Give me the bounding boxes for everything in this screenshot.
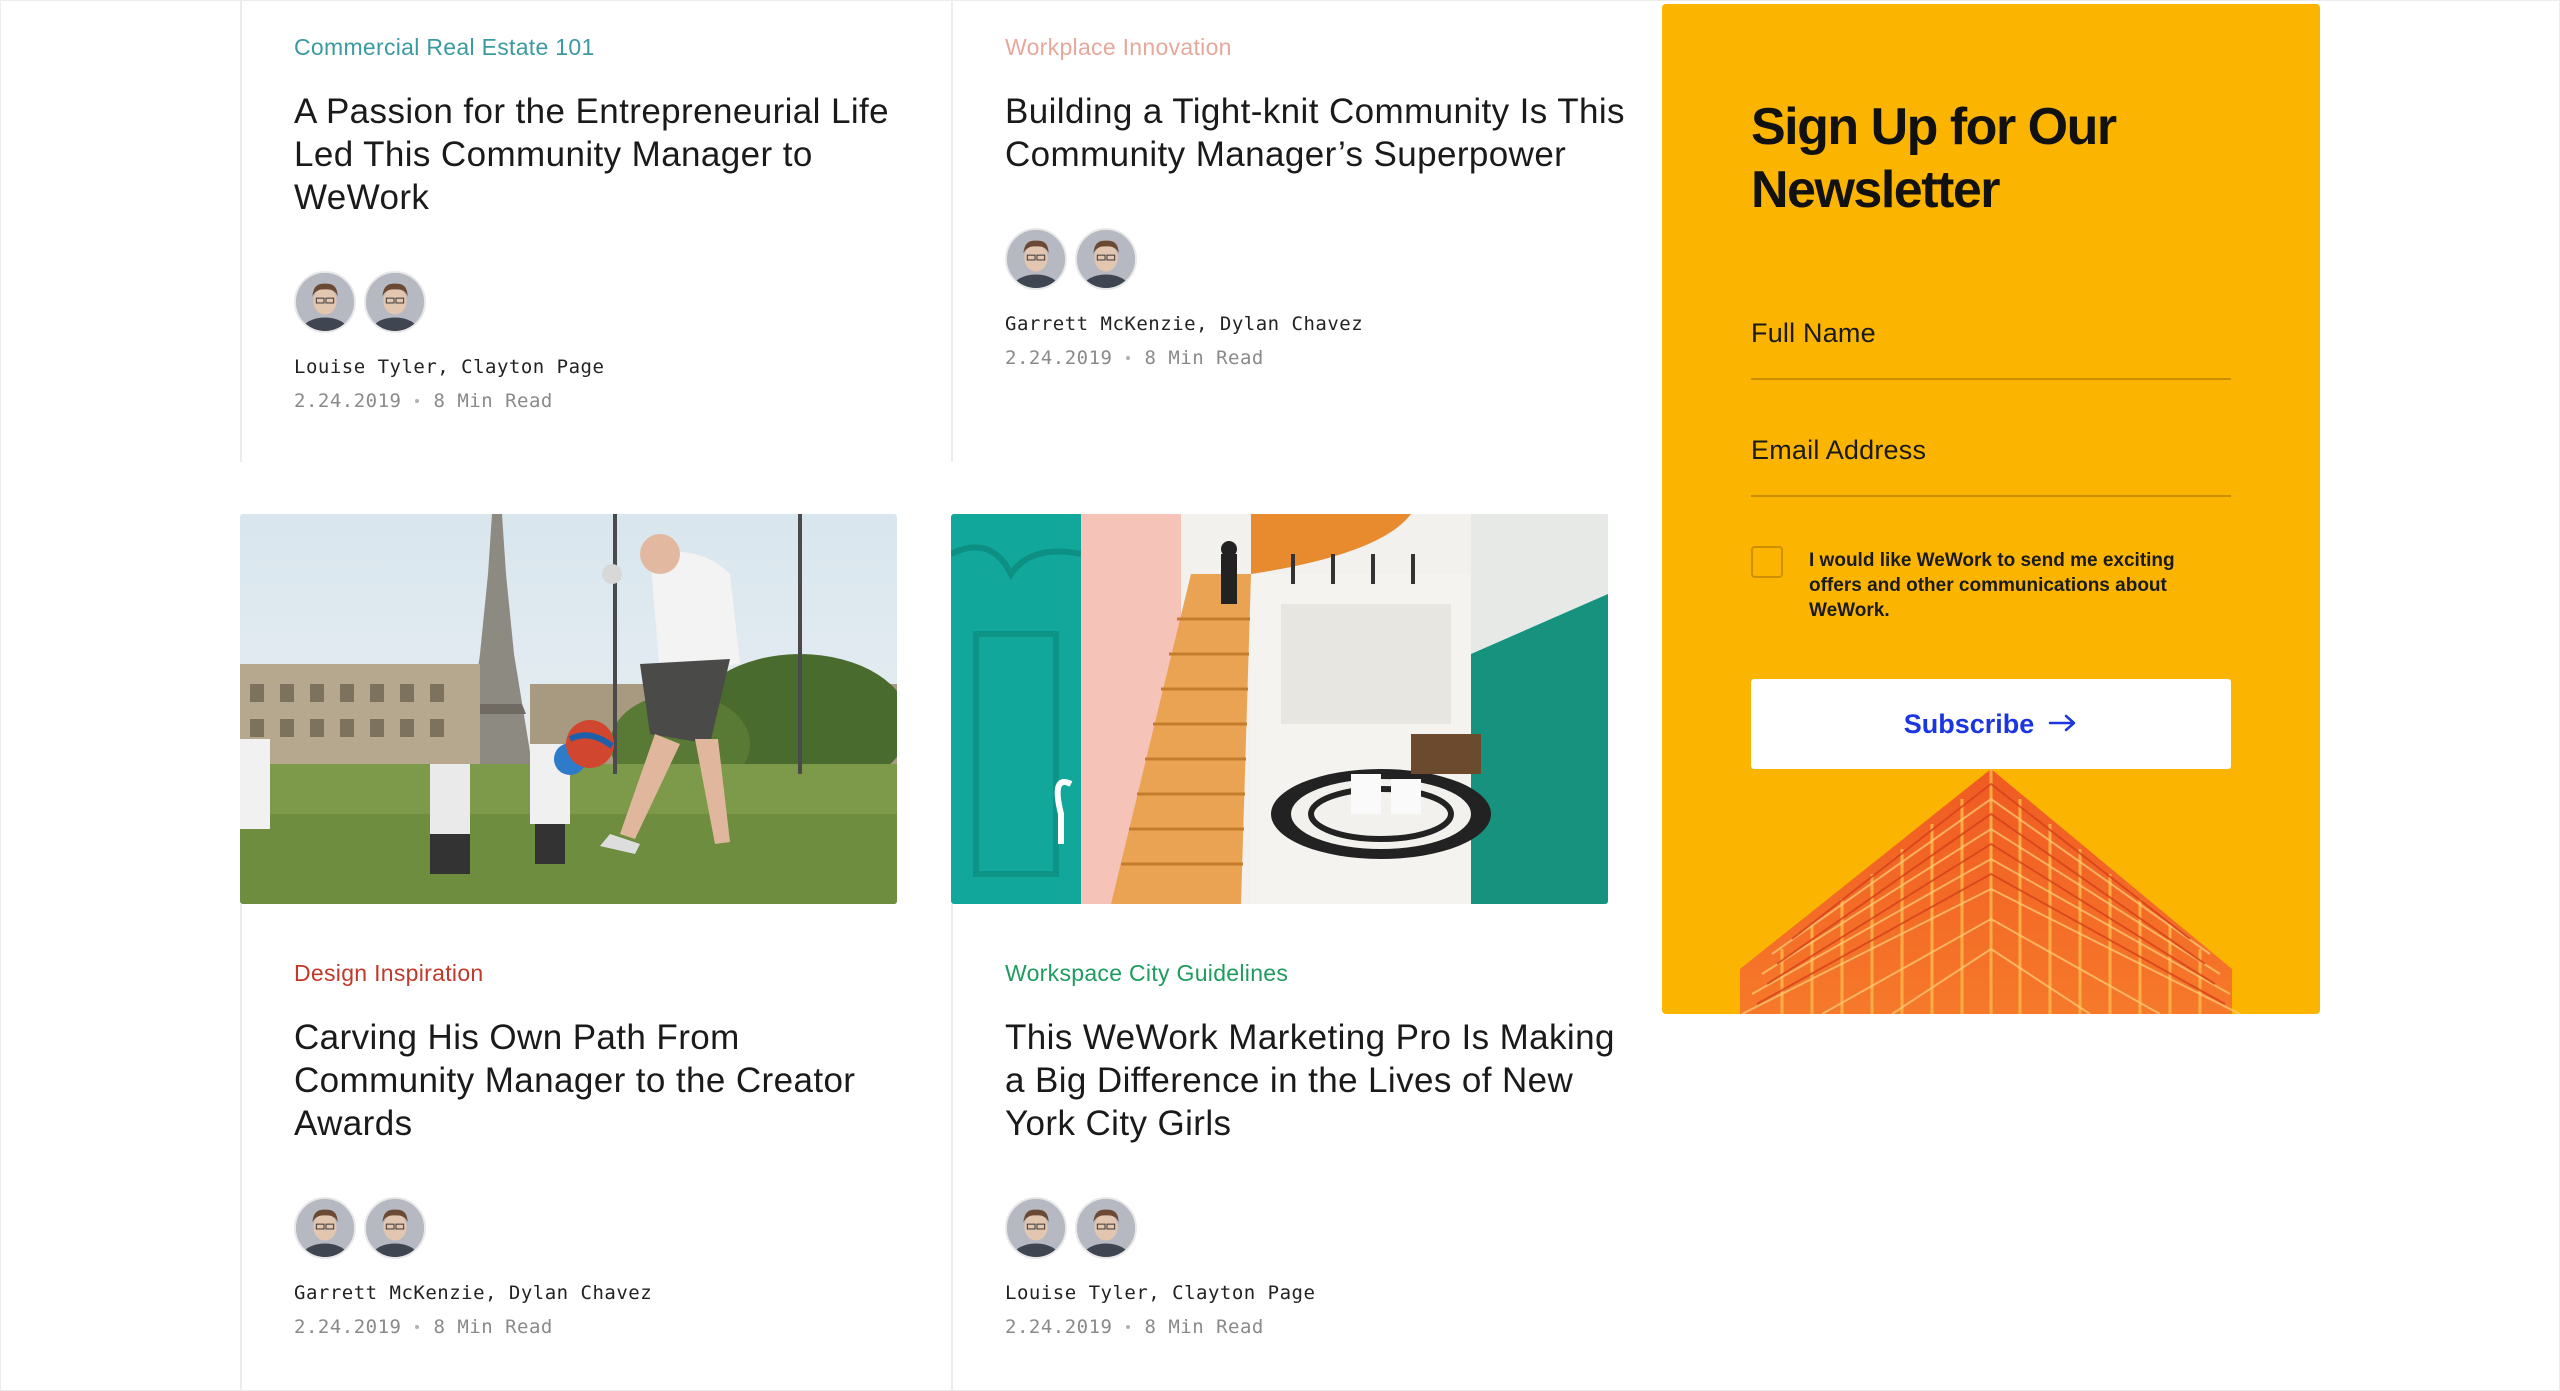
author-avatars	[294, 1197, 930, 1261]
article-image-soccer[interactable]	[240, 514, 897, 904]
avatar[interactable]	[1005, 1197, 1067, 1259]
avatar[interactable]	[364, 1197, 426, 1259]
article-meta: 2.24.2019 8 Min Read	[294, 389, 930, 413]
article-category[interactable]: Commercial Real Estate 101	[294, 32, 930, 62]
article-meta: 2.24.2019 8 Min Read	[1005, 346, 1641, 370]
article-authors: Garrett McKenzie, Dylan Chavez	[1005, 313, 1364, 335]
author-avatars	[294, 271, 930, 335]
article-category[interactable]: Design Inspiration	[294, 958, 930, 988]
article-meta: 2.24.2019 8 Min Read	[1005, 1315, 1641, 1339]
article-authors: Garrett McKenzie, Dylan Chavez	[294, 1282, 653, 1304]
article-date: 2.24.2019	[294, 390, 402, 412]
subscribe-button[interactable]: Subscribe	[1751, 679, 2231, 769]
building-illustration	[1662, 769, 2320, 1014]
avatar[interactable]	[294, 271, 356, 333]
email-field[interactable]: Email Address	[1751, 435, 2231, 497]
article-authors: Louise Tyler, Clayton Page	[294, 356, 605, 378]
separator-dot-icon	[415, 399, 420, 403]
avatar[interactable]	[1075, 228, 1137, 290]
subscribe-label: Subscribe	[1903, 708, 2035, 739]
article-title[interactable]: Carving His Own Path From Community Mana…	[294, 1016, 930, 1145]
avatar[interactable]	[1075, 1197, 1137, 1259]
article-date: 2.24.2019	[1005, 1316, 1113, 1338]
full-name-field[interactable]: Full Name	[1751, 318, 2231, 380]
separator-dot-icon	[1126, 1325, 1131, 1329]
article-read-time: 8 Min Read	[433, 390, 553, 412]
article-card[interactable]: Design Inspiration Carving His Own Path …	[240, 904, 950, 1391]
author-avatars	[1005, 1197, 1641, 1261]
article-title[interactable]: This WeWork Marketing Pro Is Making a Bi…	[1005, 1016, 1641, 1145]
newsletter-panel: Sign Up for Our Newsletter Full Name Ema…	[1662, 4, 2320, 1014]
article-read-time: 8 Min Read	[1144, 347, 1264, 369]
article-authors: Louise Tyler, Clayton Page	[1005, 1282, 1316, 1304]
separator-dot-icon	[1126, 356, 1131, 360]
article-card[interactable]: Workspace City Guidelines This WeWork Ma…	[951, 904, 1661, 1391]
newsletter-title: Sign Up for Our Newsletter	[1751, 98, 2117, 219]
article-card[interactable]: Workplace Innovation Building a Tight-kn…	[951, 0, 1661, 462]
article-category[interactable]: Workplace Innovation	[1005, 32, 1641, 62]
article-image-stairs[interactable]	[951, 514, 1608, 904]
article-date: 2.24.2019	[294, 1316, 402, 1338]
avatar[interactable]	[294, 1197, 356, 1259]
article-title[interactable]: Building a Tight-knit Community Is This …	[1005, 90, 1641, 176]
separator-dot-icon	[415, 1325, 420, 1329]
article-read-time: 8 Min Read	[1144, 1316, 1264, 1338]
article-read-time: 8 Min Read	[433, 1316, 553, 1338]
avatar[interactable]	[364, 271, 426, 333]
avatar[interactable]	[1005, 228, 1067, 290]
article-category[interactable]: Workspace City Guidelines	[1005, 958, 1641, 988]
arrow-right-icon	[2048, 709, 2078, 740]
consent-text: I would like WeWork to send me exciting …	[1809, 550, 2175, 621]
consent-checkbox[interactable]	[1751, 546, 1783, 578]
author-avatars	[1005, 228, 1641, 292]
article-card[interactable]: Commercial Real Estate 101 A Passion for…	[240, 0, 950, 462]
article-meta: 2.24.2019 8 Min Read	[294, 1315, 930, 1339]
article-title[interactable]: A Passion for the Entrepreneurial Life L…	[294, 90, 930, 219]
article-date: 2.24.2019	[1005, 347, 1113, 369]
